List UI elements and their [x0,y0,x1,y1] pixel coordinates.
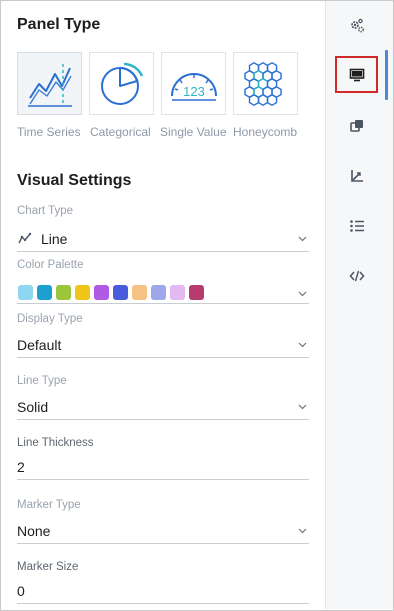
color-swatch [37,285,52,300]
panel-type-label-honeycomb: Honeycomb [233,125,298,139]
settings-sidebar [325,1,393,609]
panel-type-label-single-value: Single Value [160,125,227,139]
color-swatch [113,285,128,300]
color-swatch [151,285,166,300]
rail-item-layers[interactable] [344,113,370,139]
marker-type-select[interactable]: None [17,520,309,544]
color-swatch [75,285,90,300]
layers-icon [350,120,363,132]
display-type-value: Default [17,337,62,353]
rail-item-visual[interactable] [335,56,378,93]
rail-item-axis[interactable] [344,163,370,189]
chart-type-select[interactable]: Line [17,228,309,252]
color-swatch [132,285,147,300]
settings-content: Panel Type 123 Time Series Categorical S… [1,1,325,609]
panel-type-honeycomb[interactable] [233,52,298,115]
panel-type-label-time-series: Time Series [17,125,81,139]
line-type-value: Solid [17,399,49,415]
gauge-icon: 123 [170,72,217,101]
visual-settings-title: Visual Settings [17,172,132,189]
marker-type-value: None [17,523,51,539]
marker-size-label: Marker Size [17,561,79,573]
panel-type-time-series[interactable] [17,52,82,115]
display-type-select[interactable]: Default [17,334,309,358]
color-palette-label: Color Palette [17,259,84,271]
color-swatch [56,285,71,300]
panel-type-label-categorical: Categorical [90,125,151,139]
rail-item-general[interactable] [344,13,370,39]
panel-type-title: Panel Type [17,16,101,33]
chevron-down-icon [298,528,307,534]
honeycomb-cell [266,93,277,106]
line-chart-icon [18,232,32,244]
list-icon [350,220,364,232]
honeycomb-cell [257,93,268,106]
color-swatch [189,285,204,300]
color-palette-select[interactable] [17,280,309,304]
pie-chart-icon [100,62,143,105]
color-swatch [18,285,33,300]
line-type-label: Line Type [17,375,67,387]
monitor-icon [349,68,364,81]
axis-icon [351,170,363,182]
marker-size-value: 0 [17,583,25,599]
chart-type-value: Line [41,231,68,247]
chevron-down-icon [298,236,307,242]
rail-item-code[interactable] [344,263,370,289]
line-thickness-input[interactable]: 2 [17,456,309,480]
color-swatch [94,285,109,300]
rail-item-legend[interactable] [344,213,370,239]
display-type-label: Display Type [17,313,83,325]
line-type-select[interactable]: Solid [17,396,309,420]
chevron-down-icon [298,291,307,297]
marker-type-label: Marker Type [17,499,81,511]
chart-type-label: Chart Type [17,205,74,217]
svg-text:123: 123 [183,84,205,99]
line-thickness-value: 2 [17,459,25,475]
line-thickness-label: Line Thickness [17,437,94,449]
color-swatches [18,285,208,300]
marker-size-input[interactable]: 0 [17,580,309,604]
color-swatch [170,285,185,300]
chevron-down-icon [298,404,307,410]
chevron-down-icon [298,342,307,348]
honeycomb-cell [248,93,259,106]
time-series-icon [27,63,72,107]
code-icon [349,270,365,282]
panel-type-single-value[interactable]: 123 [161,52,226,115]
gears-icon [351,18,364,33]
honeycomb-icon [243,61,282,106]
panel-type-categorical[interactable] [89,52,154,115]
active-rail-indicator [385,50,388,100]
